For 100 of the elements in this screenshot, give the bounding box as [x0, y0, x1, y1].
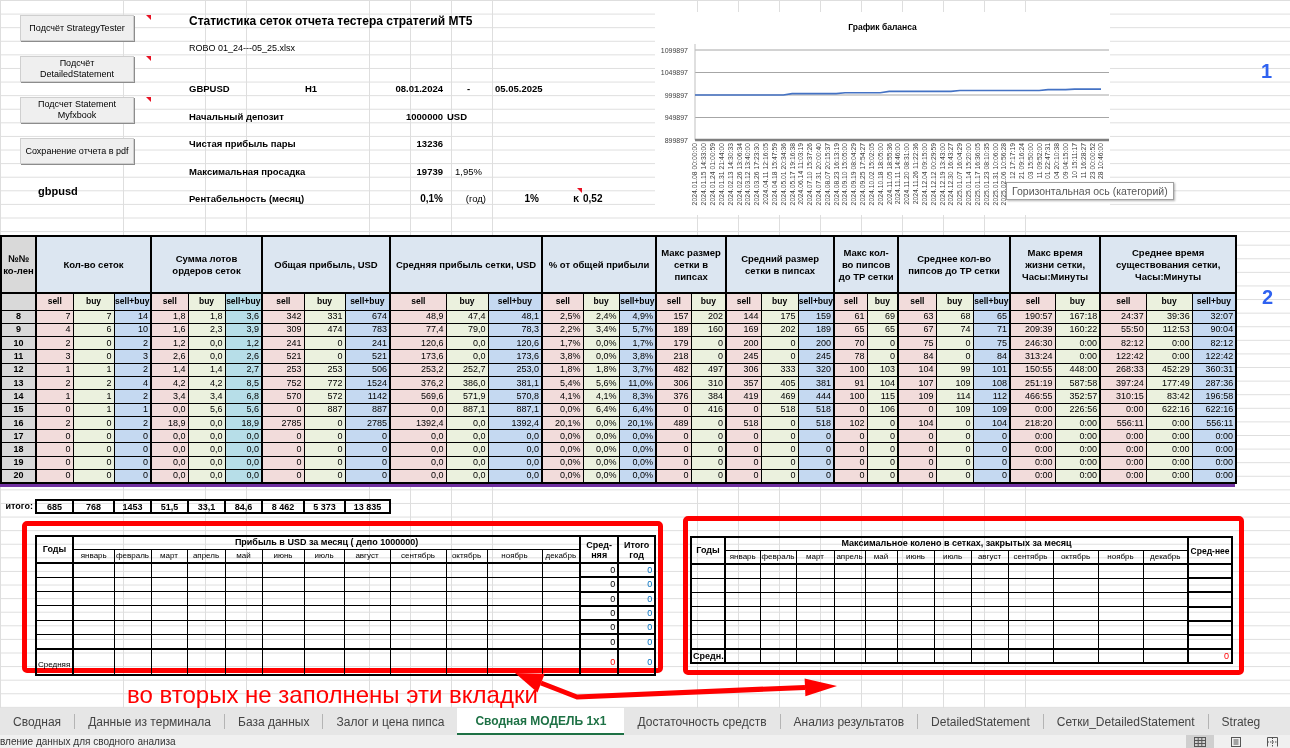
field-value: 1%: [524, 193, 539, 206]
unit-text: USD: [447, 110, 468, 123]
field-label: Чистая прибыль пары: [189, 138, 296, 151]
table-cell: 0: [618, 605, 656, 621]
table-cell: 0: [580, 591, 619, 606]
sheet-tab[interactable]: Данные из терминала: [75, 708, 224, 735]
coefficient-value: 0,52: [583, 193, 603, 206]
sheet-tab[interactable]: База данных: [225, 708, 323, 735]
sheet-tab[interactable]: Сводная МОДЕЛЬ 1x1: [457, 708, 625, 735]
table-cell: 0: [618, 577, 656, 592]
macro-button[interactable]: Подсчет Statement Myfxbook: [20, 97, 134, 123]
annotation-number: 1: [1261, 61, 1273, 81]
month-header: июль: [934, 550, 971, 564]
chart-title: График баланса: [848, 22, 917, 32]
end-date: 05.05.2025: [495, 83, 543, 96]
sheet-name-label: gbpusd: [38, 185, 78, 197]
table-cell: 0: [580, 563, 619, 578]
table-cell: 0: [1188, 649, 1233, 664]
table-title: Максимальное колено в сетках, закрытых за месяц: [725, 537, 1189, 550]
table-cell: 0: [580, 648, 619, 675]
field-value: 1000000: [406, 110, 443, 123]
column-header: Макс время жизни сетки, Часы:Минуты: [1010, 236, 1101, 293]
sheet-tab[interactable]: Залог и цена пипса: [323, 708, 458, 735]
month-header: июнь: [897, 550, 934, 564]
total-cell: 51,5: [151, 500, 188, 513]
column-header: Средняя прибыль сетки, USD: [390, 236, 543, 293]
row-header: Средн.: [691, 649, 725, 664]
month-header: май: [865, 550, 897, 564]
period-label: (год): [465, 193, 486, 206]
column-header: Годы: [36, 536, 73, 563]
table-cell: 0: [580, 577, 619, 592]
month-header: февраль: [760, 550, 796, 564]
symbol-text: GBPUSD: [189, 83, 230, 96]
total-cell: 33,1: [188, 500, 225, 513]
table-cell: 0: [580, 634, 619, 649]
file-name: ROBO 01_24---05_25.xlsx: [189, 43, 296, 54]
table-cell: 0: [618, 648, 656, 675]
column-header: Макс размер сетки в пипсах: [656, 236, 727, 293]
month-header: май: [225, 549, 262, 563]
month-header: декабрь: [542, 549, 581, 563]
month-header: январь: [725, 550, 760, 564]
view-button[interactable]: [1186, 735, 1214, 748]
month-header: август: [344, 549, 390, 563]
total-cell: 768: [73, 500, 114, 513]
table-cell: 0: [618, 620, 656, 635]
total-cell: 1453: [114, 500, 151, 513]
column-header: Сред-нее: [1188, 537, 1233, 564]
column-header: Среднее время существования сетки, Часы:Минуты: [1100, 236, 1237, 293]
month-header: октябрь: [1053, 550, 1098, 564]
start-date: 08.01.2024: [395, 83, 443, 96]
sheet-tab[interactable]: Сводная: [0, 708, 75, 735]
column-header: Кол-во сеток: [36, 236, 151, 293]
month-header: ноябрь: [1098, 550, 1143, 564]
annotation-note: во вторых не заполнены эти вкладки: [127, 681, 538, 708]
field-value: 19739: [416, 165, 443, 178]
table-cell: 0: [580, 605, 619, 621]
column-header: №№ ко-лен: [1, 236, 36, 293]
total-cell: 5 373: [304, 500, 345, 513]
column-header: Сред-няя: [580, 536, 619, 563]
column-header: Средний размер сетки в пипсах: [726, 236, 835, 293]
sheet-tab[interactable]: DetailedStatement: [918, 708, 1043, 735]
field-label: Рентабельность (месяц): [189, 193, 305, 206]
sheet-tab[interactable]: Strateg: [1208, 708, 1274, 735]
month-header: апрель: [834, 550, 865, 564]
field-label: Максимальная просадка: [189, 165, 306, 178]
sheet-tab[interactable]: Анализ результатов: [780, 708, 918, 735]
month-header: ноябрь: [487, 549, 542, 563]
sheet-tab[interactable]: Сетки_DetailedStatement: [1043, 708, 1208, 735]
month-header: март: [796, 550, 834, 564]
grid-icon: [1194, 736, 1206, 747]
month-header: июнь: [262, 549, 304, 563]
table-cell: 0: [618, 563, 656, 578]
row-header: Средняя: [38, 659, 71, 669]
page-break-icon: [1266, 736, 1278, 747]
macro-button[interactable]: Подсчёт DetailedStatement: [20, 56, 134, 82]
total-cell: 13 835: [345, 500, 390, 513]
macro-button[interactable]: Сохранение отчета в pdf: [20, 138, 134, 164]
total-cell: 685: [36, 500, 73, 513]
table-cell: 0: [618, 634, 656, 649]
month-header: декабрь: [1143, 550, 1189, 564]
table-title: Прибыль в USD за месяц ( депо 1000000): [73, 536, 581, 549]
column-header: Годы: [691, 537, 725, 564]
coefficient-label: К: [573, 193, 579, 206]
totals-label: итого:: [5, 500, 33, 511]
column-header: Сумма лотов ордеров сеток: [151, 236, 262, 293]
percent-value: 1,95%: [455, 165, 482, 178]
sheet-tab[interactable]: Достаточность средств: [624, 708, 780, 735]
month-header: январь: [73, 549, 114, 563]
month-header: февраль: [114, 549, 151, 563]
total-cell: 8 462: [262, 500, 304, 513]
column-header: Среднее кол-во пипсов до TP сетки: [898, 236, 1011, 293]
total-cell: 84,6: [225, 500, 262, 513]
month-header: март: [151, 549, 187, 563]
macro-button[interactable]: Подсчёт StrategyTester: [20, 15, 134, 41]
month-header: октябрь: [446, 549, 487, 563]
report-title: Статистика сеток отчета тестера стратегий МТ5: [189, 14, 473, 28]
column-header: Итого год: [618, 536, 656, 563]
month-header: июль: [304, 549, 344, 563]
timeframe-text: H1: [305, 83, 318, 96]
table-cell: 0: [580, 620, 619, 635]
